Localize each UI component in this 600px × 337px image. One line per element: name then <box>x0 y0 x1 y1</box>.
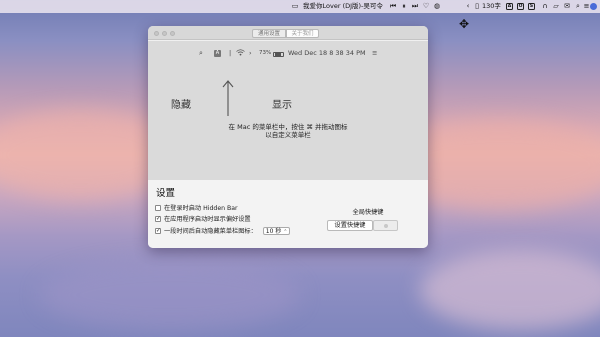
auto-hide-checkbox[interactable]: ✓ <box>155 227 161 234</box>
next-track-icon[interactable]: ⏭ <box>411 2 419 11</box>
list-icon: ≡ <box>372 49 378 57</box>
show-prefs-on-launch-option[interactable]: ✓ 在应用程序启动时显示偏好设置 <box>155 215 251 224</box>
clear-hotkey-button[interactable] <box>373 220 398 231</box>
launch-at-login-checkbox[interactable] <box>155 204 161 211</box>
wallpaper-cloud <box>40 260 300 330</box>
battery-percentage: 73% <box>259 50 272 56</box>
pause-icon[interactable]: ⏸ <box>400 2 408 11</box>
settings-title: 设置 <box>156 188 176 199</box>
preferences-window: 通用设置 关于我们 ⌕ A | › 73% Wed Dec 18 8 38 34… <box>148 26 428 248</box>
instruction-line-1: 在 Mac 的菜单栏中，按住 ⌘ 并拖动图标 <box>228 123 348 131</box>
heart-icon[interactable]: ♡ <box>422 2 430 11</box>
folder-icon[interactable]: ▱ <box>552 2 560 11</box>
separator-bar-icon: | <box>229 49 232 57</box>
battery-icon <box>273 51 284 57</box>
show-prefs-checkbox[interactable]: ✓ <box>155 215 161 222</box>
menu-bar: ▭ 我爱你Lover (DJ版)-吴可令 ⏮ ⏸ ⏭ ♡ ◍ ‹ ▯ 130字 … <box>0 0 600 13</box>
stepper-icon: ⌃ <box>283 229 288 235</box>
clock-text: Wed Dec 18 8 38 34 PM <box>288 49 366 57</box>
search-icon: ⌕ <box>199 49 203 57</box>
tab-general-settings[interactable]: 通用设置 <box>252 28 286 38</box>
wallpaper-cloud <box>420 250 600 330</box>
up-arrow-icon <box>222 80 234 116</box>
auto-hide-label: 一段时间后自动隐藏菜单栏图标： <box>164 228 257 235</box>
auto-hide-option[interactable]: ✓ 一段时间后自动隐藏菜单栏图标： 10 秒 ⌃ <box>155 227 291 236</box>
list-icon[interactable]: ≡ <box>583 2 590 11</box>
chevron-right-icon: › <box>249 49 252 57</box>
minimize-window-button[interactable] <box>162 30 167 36</box>
headphones-icon[interactable]: ∩ <box>541 2 549 11</box>
show-prefs-label: 在应用程序启动时显示偏好设置 <box>164 216 251 223</box>
box-s-icon[interactable]: S <box>528 3 535 10</box>
search-icon[interactable]: ⌕ <box>574 2 582 11</box>
global-hotkey-title: 全局快捷键 <box>352 209 384 216</box>
window-titlebar: 通用设置 关于我们 <box>148 26 428 40</box>
menubar-preview: ⌕ A | › 73% Wed Dec 18 8 38 34 PM ≡ 隐藏 显… <box>148 41 428 180</box>
close-window-button[interactable] <box>154 30 159 36</box>
launch-at-login-label: 在登录时启动 Hidden Bar <box>164 205 238 212</box>
video-camera-icon[interactable]: ▭ <box>290 2 300 11</box>
mail-icon[interactable]: ✉ <box>563 2 571 11</box>
a-icon: A <box>214 50 221 57</box>
prev-track-icon[interactable]: ⏮ <box>389 2 397 11</box>
wifi-icon <box>236 49 246 59</box>
tab-about[interactable]: 关于我们 <box>286 28 319 38</box>
shown-label: 显示 <box>272 100 292 111</box>
account-icon[interactable] <box>590 3 597 10</box>
now-playing-song[interactable]: 我爱你Lover (DJ版)-吴可令 <box>303 2 383 11</box>
auto-hide-duration-select[interactable]: 10 秒 ⌃ <box>262 227 291 235</box>
profile-icon[interactable]: ◍ <box>433 2 441 11</box>
hidden-label: 隐藏 <box>171 100 191 111</box>
tablet-icon[interactable]: ▯ <box>474 2 480 11</box>
instruction-line-2: 以自定义菜单栏 <box>265 131 311 139</box>
zoom-window-button[interactable] <box>170 30 175 36</box>
launch-at-login-option[interactable]: 在登录时启动 Hidden Bar <box>155 204 238 213</box>
cursor-icon: ✥ <box>459 17 470 31</box>
chevron-left-icon[interactable]: ‹ <box>465 2 471 11</box>
set-hotkey-button[interactable]: 设置快捷键 <box>327 220 373 231</box>
input-method-counter[interactable]: 130字 <box>482 2 501 11</box>
clear-hotkey-icon <box>383 224 388 228</box>
box-a-icon[interactable]: A <box>506 3 513 10</box>
box-o-icon[interactable]: O <box>517 3 524 10</box>
